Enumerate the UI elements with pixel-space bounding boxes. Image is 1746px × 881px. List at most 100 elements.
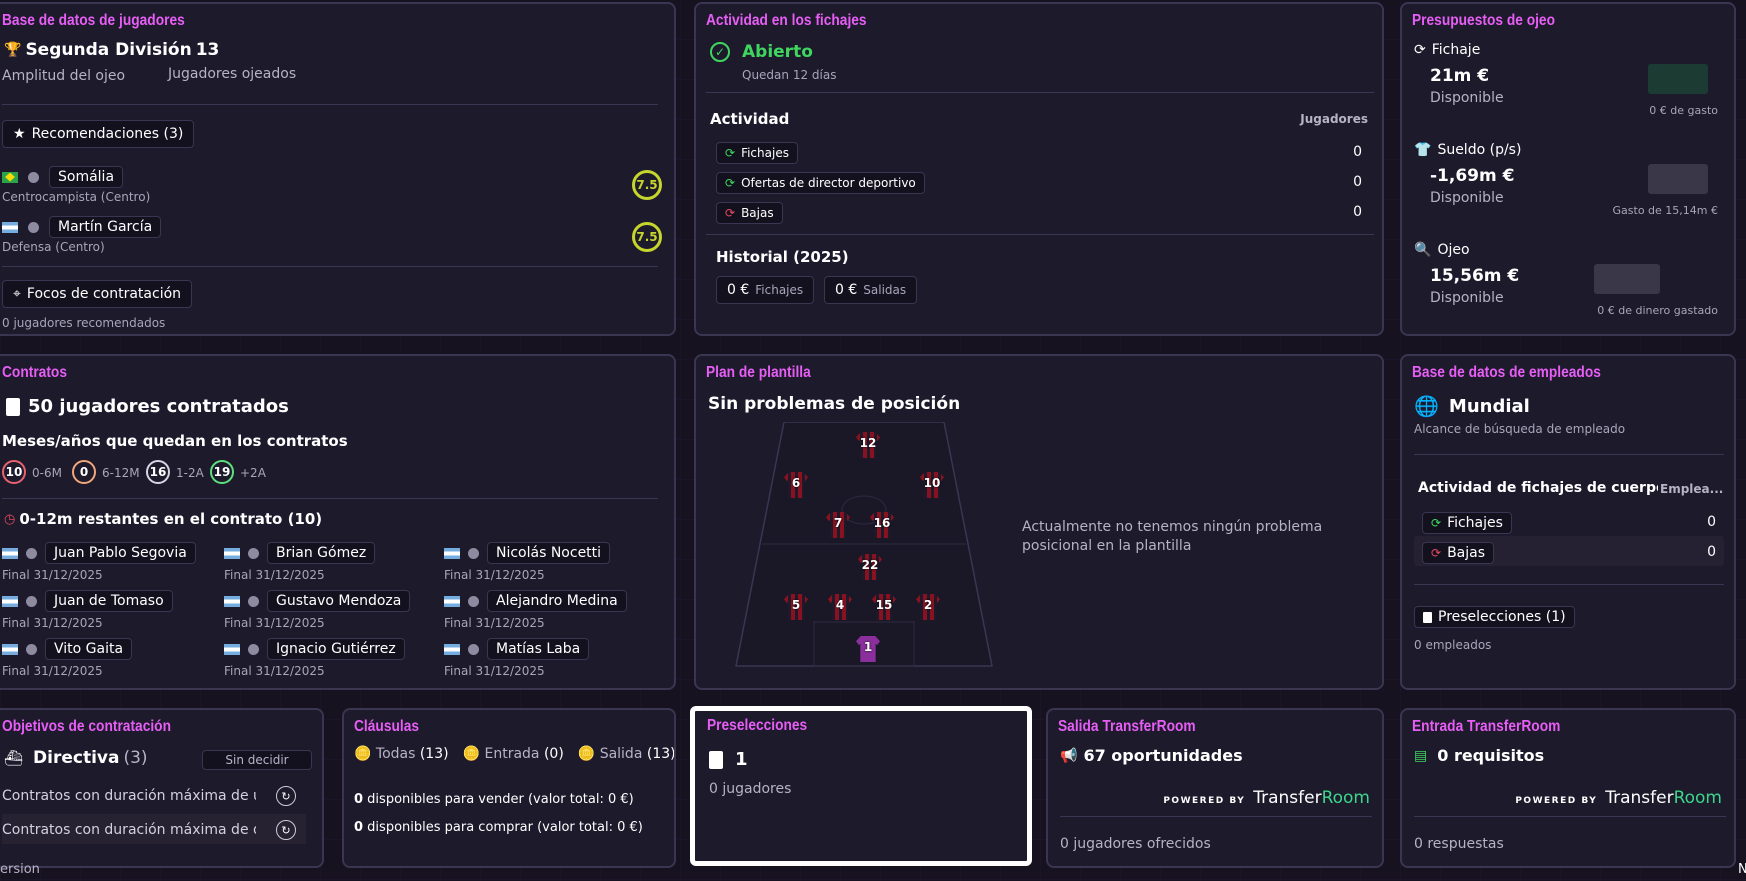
- panel-title: Salida TransferRoom: [1058, 718, 1196, 735]
- list-icon: ▤: [1414, 747, 1428, 764]
- tab-out[interactable]: 🪙 Salida (13): [578, 746, 674, 762]
- scope-sub: Alcance de búsqueda de empleado: [1414, 422, 1626, 436]
- transfer-activity-panel[interactable]: Actividad en los fichajes ✓ Abierto Qued…: [694, 2, 1384, 336]
- expiring-player-row[interactable]: Alejandro Medina: [444, 590, 627, 612]
- budget-scouting-label: 🔍 Ojeo: [1414, 242, 1470, 258]
- budget-transfer-note: 0 € de gasto: [1649, 104, 1718, 117]
- megaphone-icon: 📢: [1060, 747, 1078, 764]
- range-label: Amplitud del ojeo: [2, 68, 126, 84]
- player-name[interactable]: Nicolás Nocetti: [487, 542, 611, 564]
- expiring-player-row[interactable]: Gustavo Mendoza: [224, 590, 411, 612]
- player-row-1[interactable]: Somália: [2, 166, 124, 188]
- expiring-player-row[interactable]: Nicolás Nocetti: [444, 542, 611, 564]
- contract-end-date: Final 31/12/2025: [224, 568, 325, 582]
- contracts-count-row: 50 jugadores contratados: [6, 396, 289, 417]
- argentina-flag-icon: [2, 595, 18, 607]
- undecided-button[interactable]: Sin decidir: [202, 750, 312, 770]
- remaining-label: Meses/años que quedan en los contratos: [2, 432, 348, 450]
- transferroom-out-panel[interactable]: Salida TransferRoom 📢 67 oportunidades P…: [1046, 708, 1384, 868]
- panel-title: Preselecciones: [707, 717, 808, 734]
- budget-scouting-bar: [1594, 264, 1660, 294]
- objective-item[interactable]: Contratos con duración máxima de un...: [2, 788, 256, 804]
- player-database-panel[interactable]: Base de datos de jugadores 🏆 Segunda Div…: [0, 2, 676, 336]
- person-icon: [28, 171, 39, 183]
- argentina-flag-icon: [2, 643, 18, 655]
- contracts-panel[interactable]: Contratos 50 jugadores contratados Meses…: [0, 354, 676, 690]
- expiring-player-row[interactable]: Matías Laba: [444, 638, 590, 660]
- tab-in[interactable]: 🪙 Entrada (0): [463, 746, 564, 762]
- staff-transfers-out-chip[interactable]: ⟳ Bajas: [1422, 542, 1495, 564]
- staff-shortlist-button[interactable]: Preselecciones (1): [1414, 606, 1575, 628]
- budget-wage-bar: [1648, 164, 1708, 194]
- player-name[interactable]: Brian Gómez: [267, 542, 376, 564]
- objectives-panel[interactable]: Objetivos de contratación ⛴ Directiva (3…: [0, 708, 324, 868]
- budget-transfer-status: Disponible: [1430, 90, 1504, 106]
- pitch-diagram: [735, 422, 993, 667]
- focus-sub: 0 jugadores recomendados: [2, 316, 166, 330]
- transferroom-in-panel[interactable]: Entrada TransferRoom ▤ 0 requisitos POWE…: [1400, 708, 1736, 868]
- player-name[interactable]: Alejandro Medina: [487, 590, 627, 612]
- player-rating: 7.5: [632, 222, 662, 252]
- edge-text: N: [1738, 862, 1746, 877]
- transfers-out-chip[interactable]: ⟳ Bajas: [716, 202, 783, 224]
- player-name[interactable]: Juan de Tomaso: [45, 590, 173, 612]
- document-icon: [709, 750, 723, 769]
- player-name[interactable]: Ignacio Gutiérrez: [267, 638, 405, 660]
- shirt-number: 15: [875, 598, 893, 612]
- squad-plan-panel[interactable]: Plan de plantilla Sin problemas de posic…: [694, 354, 1384, 690]
- history-in-chip[interactable]: 0 € Fichajes: [716, 276, 815, 304]
- bucket-2a-plus-count: 19: [210, 460, 234, 484]
- bucket-1-2a-label: 1-2A: [176, 466, 204, 480]
- panel-title: Base de datos de jugadores: [2, 12, 185, 29]
- contract-end-date: Final 31/12/2025: [2, 568, 103, 582]
- expiring-player-row[interactable]: Ignacio Gutiérrez: [224, 638, 405, 660]
- expiring-player-row[interactable]: Brian Gómez: [224, 542, 376, 564]
- history-icon[interactable]: ↻: [276, 786, 296, 806]
- player-name[interactable]: Vito Gaita: [45, 638, 133, 660]
- check-icon: ✓: [710, 42, 730, 62]
- bucket-6-12m-label: 6-12M: [102, 466, 140, 480]
- focus-button[interactable]: ⌖ Focos de contratación: [2, 280, 193, 308]
- player-name[interactable]: Martín García: [49, 216, 162, 238]
- clauses-panel[interactable]: Cláusulas 🪙 Todas (13) 🪙 Entrada (0) 🪙 S…: [342, 708, 676, 868]
- person-icon: [26, 643, 37, 655]
- bucket-6-12m-count: 0: [72, 460, 96, 484]
- transfers-in-chip[interactable]: ⟳ Fichajes: [716, 142, 798, 164]
- budgets-panel[interactable]: Presupuestos de ojeo ⟳ Fichaje 21m € Disp…: [1400, 2, 1736, 336]
- shortlists-panel[interactable]: Preselecciones 1 0 jugadores: [690, 706, 1032, 866]
- budget-scouting-amount: 15,56m €: [1430, 266, 1520, 286]
- player-row-2[interactable]: Martín García: [2, 216, 162, 238]
- person-icon: [468, 547, 479, 559]
- player-name[interactable]: Gustavo Mendoza: [267, 590, 411, 612]
- staff-shortlist-sub: 0 empleados: [1414, 638, 1492, 652]
- history-icon[interactable]: ↻: [276, 820, 296, 840]
- budget-wage-label: 👕 Sueldo (p/s): [1414, 142, 1522, 158]
- recommendations-button[interactable]: ★ Recomendaciones (3): [2, 120, 195, 148]
- transfers-out-value: 0: [1353, 204, 1362, 220]
- expiring-player-row[interactable]: Vito Gaita: [2, 638, 133, 660]
- version-text: ersion: [0, 862, 40, 877]
- expiring-player-row[interactable]: Juan Pablo Segovia: [2, 542, 196, 564]
- clause-tabs: 🪙 Todas (13) 🪙 Entrada (0) 🪙 Salida (13): [354, 746, 674, 762]
- player-name[interactable]: Matías Laba: [487, 638, 590, 660]
- coins-icon: 🪙: [462, 746, 481, 762]
- objective-item[interactable]: Contratos con duración máxima de do...: [2, 822, 256, 838]
- director-offers-chip[interactable]: ⟳ Ofertas de director deportivo: [716, 172, 925, 194]
- history-out-chip[interactable]: 0 € Salidas: [824, 276, 918, 304]
- budget-scouting-status: Disponible: [1430, 290, 1504, 306]
- shirt-icon: 👕: [1414, 142, 1432, 158]
- expiring-player-row[interactable]: Juan de Tomaso: [2, 590, 173, 612]
- contract-end-date: Final 31/12/2025: [2, 616, 103, 630]
- staff-database-panel[interactable]: Base de datos de empleados 🌐 Mundial Alc…: [1400, 354, 1736, 690]
- shirt-number: 5: [791, 598, 801, 612]
- person-icon: [468, 643, 479, 655]
- league-name: Segunda División: [25, 40, 192, 60]
- player-name[interactable]: Juan Pablo Segovia: [45, 542, 196, 564]
- squad-message: Actualmente no tenemos ningún problema p…: [1022, 519, 1323, 554]
- tab-all[interactable]: 🪙 Todas (13): [354, 746, 449, 762]
- bucket-0-6m-count: 10: [2, 460, 26, 484]
- panel-title: Actividad en los fichajes: [706, 12, 867, 29]
- staff-transfers-in-chip[interactable]: ⟳ Fichajes: [1422, 512, 1512, 534]
- player-position: Defensa (Centro): [2, 240, 105, 254]
- player-name[interactable]: Somália: [49, 166, 124, 188]
